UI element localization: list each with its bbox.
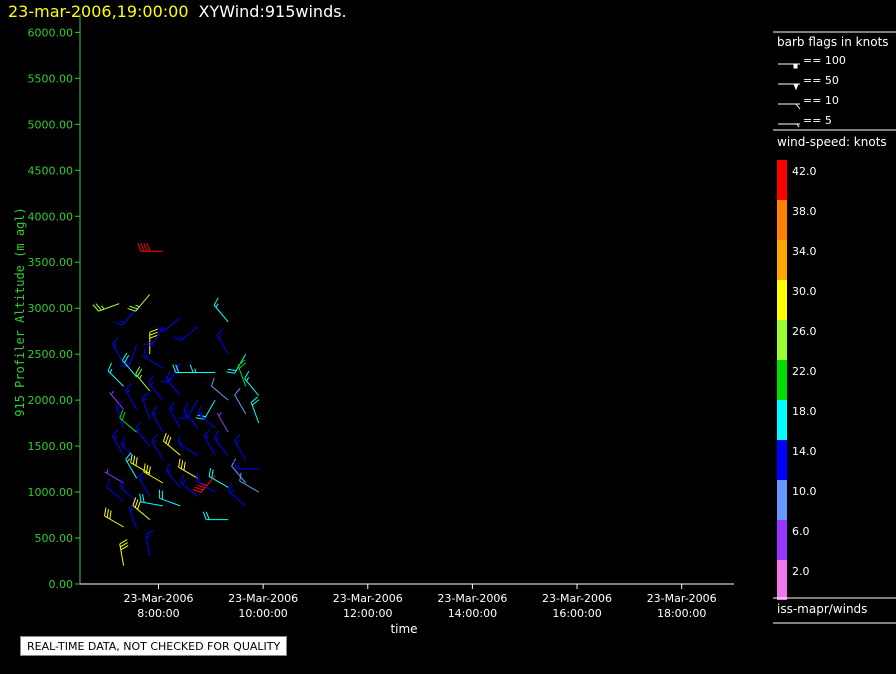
speed-legend-label: 38.0	[792, 205, 817, 218]
barb-legend: == 100 == 50 == 10 == 5	[778, 54, 846, 128]
speed-color-swatch	[777, 440, 787, 480]
speed-color-swatch	[777, 360, 787, 400]
speed-color-swatch	[777, 200, 787, 240]
barb-legend-label: == 10	[803, 94, 839, 107]
speed-color-swatch	[777, 560, 787, 600]
speed-legend-label: 14.0	[792, 445, 817, 458]
speed-color-swatch	[777, 240, 787, 280]
quality-notice: REAL-TIME DATA, NOT CHECKED FOR QUALITY	[20, 636, 288, 656]
speed-legend-label: 34.0	[792, 245, 817, 258]
speed-legend-label: 6.0	[792, 525, 810, 538]
speed-color-swatch	[777, 400, 787, 440]
speed-legend-label: 30.0	[792, 285, 817, 298]
speed-legend-label: 22.0	[792, 365, 817, 378]
legend-panel: barb flags in knots == 100 == 50 == 10 == 5…	[773, 31, 896, 624]
speed-legend-label: 10.0	[792, 485, 817, 498]
speed-legend-label: 2.0	[792, 565, 810, 578]
speed-legend-label: 18.0	[792, 405, 817, 418]
speed-legend: 42.0 38.0 34.0 30.0 26.0 22.0 18.0 14.0 10.0 6.0 2…	[777, 160, 817, 600]
speed-color-swatch	[777, 520, 787, 560]
barb-legend-entry: == 10	[778, 94, 839, 110]
barb-legend-label: == 50	[803, 74, 839, 87]
barb-legend-entry: == 50	[778, 74, 839, 91]
barb-legend-entry: == 5	[778, 114, 832, 128]
barb-legend-entry: == 100	[778, 54, 846, 69]
speed-legend-label: 42.0	[792, 165, 817, 178]
barb-legend-title: barb flags in knots	[777, 35, 889, 49]
speed-legend-label: 26.0	[792, 325, 817, 338]
barb-legend-label: == 100	[803, 54, 846, 67]
barb-legend-label: == 5	[803, 114, 832, 127]
source-label: iss-mapr/winds	[777, 602, 867, 616]
speed-color-swatch	[777, 480, 787, 520]
speed-color-swatch	[777, 280, 787, 320]
speed-legend-title: wind-speed: knots	[777, 135, 887, 149]
speed-color-swatch	[777, 320, 787, 360]
speed-color-swatch	[777, 160, 787, 200]
